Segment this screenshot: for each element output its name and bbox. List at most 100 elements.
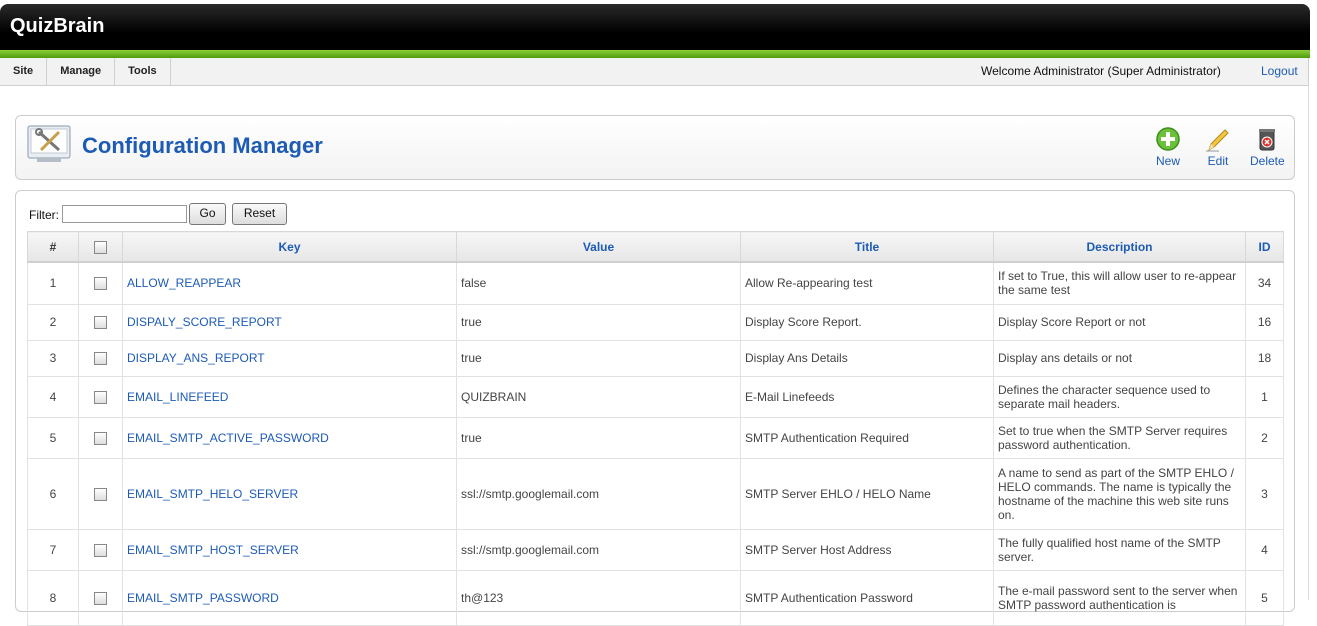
app-title: QuizBrain [10,15,105,37]
row-number: 7 [27,528,79,571]
row-select [78,303,123,341]
row-value: true [456,339,741,377]
row-select [78,375,123,418]
filter-bar: Filter: Go Reset [29,203,287,225]
table-row: 3 DISPLAY_ANS_REPORT true Display Ans De… [27,339,1284,377]
row-description: Display Score Report or not [993,303,1246,341]
row-title: Display Score Report. [740,303,994,341]
go-button[interactable]: Go [189,203,226,225]
row-title: SMTP Server Host Address [740,528,994,571]
row-checkbox[interactable] [94,487,107,501]
filter-label: Filter: [29,208,59,222]
edit-button[interactable]: Edit [1205,126,1231,168]
row-id: 5 [1245,569,1284,626]
row-description: Set to true when the SMTP Server require… [993,416,1246,459]
row-checkbox[interactable] [94,352,107,366]
column-header-title[interactable]: Title [740,231,994,263]
key-link[interactable]: EMAIL_SMTP_HOST_SERVER [127,543,299,557]
row-select [78,569,123,626]
row-checkbox[interactable] [94,390,107,404]
row-id: 18 [1245,339,1284,377]
key-link[interactable]: ALLOW_REAPPEAR [127,276,241,290]
table-row: 1 ALLOW_REAPPEAR false Allow Re-appearin… [27,261,1284,305]
key-link[interactable]: EMAIL_LINEFEED [127,390,228,404]
row-description: A name to send as part of the SMTP EHLO … [993,457,1246,530]
table-row: 8 EMAIL_SMTP_PASSWORD th@123 SMTP Authen… [27,569,1284,626]
row-key: EMAIL_SMTP_ACTIVE_PASSWORD [122,416,457,459]
row-select [78,528,123,571]
row-number: 1 [27,261,79,305]
row-checkbox[interactable] [94,431,107,445]
key-link[interactable]: EMAIL_SMTP_HELO_SERVER [127,487,298,501]
row-description: The fully qualified host name of the SMT… [993,528,1246,571]
column-header-num: # [27,231,79,263]
row-number: 2 [27,303,79,341]
key-link[interactable]: EMAIL_SMTP_PASSWORD [127,591,279,605]
row-select [78,339,123,377]
page-edge [1308,85,1309,600]
row-id: 3 [1245,457,1284,530]
row-value: false [456,261,741,305]
row-title: SMTP Server EHLO / HELO Name [740,457,994,530]
row-description: Display ans details or not [993,339,1246,377]
row-value: ssl://smtp.googlemail.com [456,457,741,530]
row-key: DISPLAY_ANS_REPORT [122,339,457,377]
row-key: EMAIL_LINEFEED [122,375,457,418]
row-checkbox[interactable] [94,316,107,330]
row-key: DISPALY_SCORE_REPORT [122,303,457,341]
row-key: EMAIL_SMTP_HOST_SERVER [122,528,457,571]
row-title: Allow Re-appearing test [740,261,994,305]
row-title: SMTP Authentication Required [740,416,994,459]
column-header-key[interactable]: Key [122,231,457,263]
welcome-text: Welcome Administrator (Super Administrat… [981,64,1221,78]
table-row: 6 EMAIL_SMTP_HELO_SERVER ssl://smtp.goog… [27,457,1284,530]
row-value: QUIZBRAIN [456,375,741,418]
table-row: 2 DISPALY_SCORE_REPORT true Display Scor… [27,303,1284,341]
row-select [78,261,123,305]
row-value: true [456,416,741,459]
row-description: The e-mail password sent to the server w… [993,569,1246,626]
content-panel: Filter: Go Reset # Key Value Title Descr… [15,190,1295,626]
row-id: 1 [1245,375,1284,418]
row-value: true [456,303,741,341]
row-title: E-Mail Linefeeds [740,375,994,418]
column-header-value[interactable]: Value [456,231,741,263]
row-checkbox[interactable] [94,591,107,605]
row-number: 3 [27,339,79,377]
filter-input[interactable] [62,205,187,223]
main-menu-bar: Site Manage Tools Welcome Administrator … [0,58,1309,86]
new-button[interactable]: New [1155,126,1181,168]
reset-button[interactable]: Reset [232,203,287,225]
row-id: 2 [1245,416,1284,459]
row-select [78,457,123,530]
table-header-row: # Key Value Title Description ID [27,231,1284,263]
edit-label: Edit [1207,154,1229,168]
row-checkbox[interactable] [94,543,107,557]
key-link[interactable]: DISPLAY_ANS_REPORT [127,351,265,365]
menu-tools[interactable]: Tools [115,58,171,85]
row-title: Display Ans Details [740,339,994,377]
menu-manage[interactable]: Manage [47,58,116,85]
column-header-description[interactable]: Description [993,231,1246,263]
row-checkbox[interactable] [94,277,107,291]
key-link[interactable]: EMAIL_SMTP_ACTIVE_PASSWORD [127,431,329,445]
delete-label: Delete [1250,154,1285,168]
delete-button[interactable]: Delete [1250,126,1285,168]
row-select [78,416,123,459]
row-key: ALLOW_REAPPEAR [122,261,457,305]
row-key: EMAIL_SMTP_HELO_SERVER [122,457,457,530]
row-number: 5 [27,416,79,459]
menu-site[interactable]: Site [0,58,48,85]
select-all-checkbox[interactable] [94,240,107,254]
row-description: Defines the character sequence used to s… [993,375,1246,418]
row-value: th@123 [456,569,741,626]
trash-icon [1259,129,1276,151]
key-link[interactable]: DISPALY_SCORE_REPORT [127,315,282,329]
new-label: New [1155,154,1180,168]
column-header-select [78,231,123,263]
row-id: 34 [1245,261,1284,305]
column-header-id[interactable]: ID [1245,231,1284,263]
logout-link[interactable]: Logout [1261,58,1298,85]
row-value: ssl://smtp.googlemail.com [456,528,741,571]
page-title: Configuration Manager [82,133,323,158]
